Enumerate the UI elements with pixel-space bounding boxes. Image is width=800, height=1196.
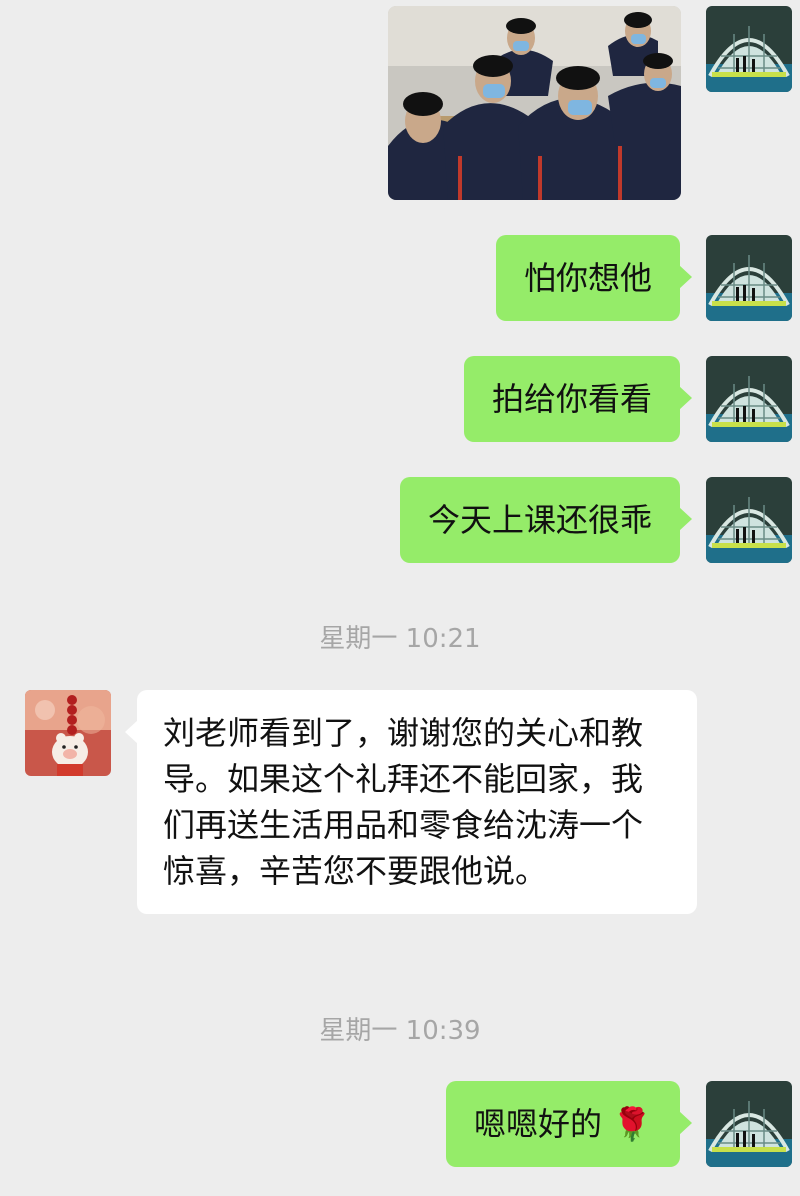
timestamp: 星期一 10:39 — [319, 1016, 481, 1046]
arch-window-icon — [706, 356, 792, 442]
message-bubble-sent[interactable]: 今天上课还很乖 — [399, 477, 693, 563]
self-avatar[interactable] — [706, 477, 792, 563]
message-bubble-sent[interactable]: 嗯嗯好的 🌹 — [445, 1081, 693, 1167]
message-text: 嗯嗯好的 — [473, 1105, 602, 1143]
contact-avatar[interactable] — [25, 690, 111, 776]
arch-window-icon — [706, 1081, 792, 1167]
classroom-photo-image — [388, 6, 681, 200]
message-bubble-received[interactable]: 刘老师看到了，谢谢您的关心和教导。如果这个礼拜还不能回家，我们再送生活用品和零食… — [125, 690, 697, 914]
self-avatar[interactable] — [706, 356, 792, 442]
arch-window-icon — [706, 477, 792, 563]
pig-doll-icon — [25, 690, 111, 776]
self-avatar[interactable] — [706, 235, 792, 321]
classroom-photo[interactable] — [388, 6, 681, 200]
arch-window-icon — [706, 6, 792, 92]
self-avatar[interactable] — [706, 1081, 792, 1167]
self-avatar[interactable] — [706, 6, 792, 92]
arch-window-icon — [706, 235, 792, 321]
timestamp: 星期一 10:21 — [319, 624, 481, 654]
message-bubble-sent[interactable]: 拍给你看看 — [463, 356, 693, 442]
rose-icon: 🌹 — [612, 1105, 652, 1143]
message-bubble-sent[interactable]: 怕你想他 — [495, 235, 693, 321]
